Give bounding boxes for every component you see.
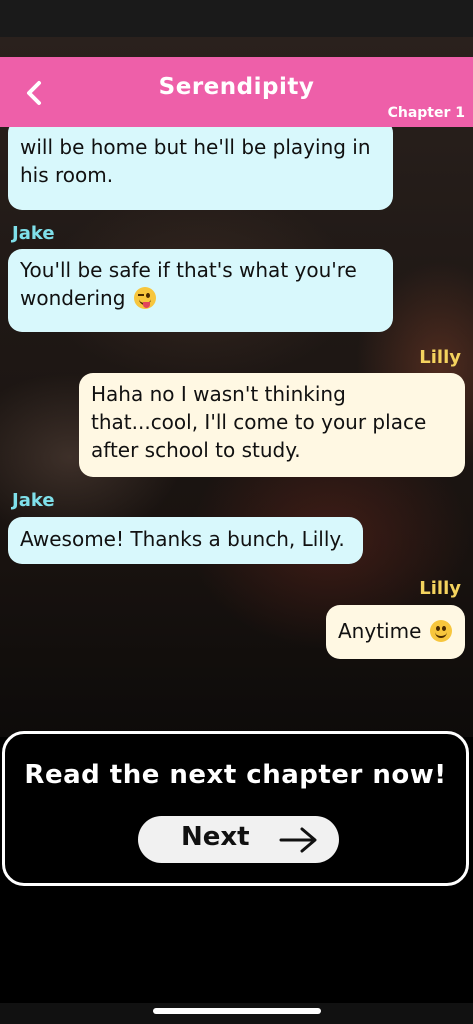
message-text: will be home but he'll be playing in his…	[20, 135, 371, 187]
message-bubble: Awesome! Thanks a bunch, Lilly.	[8, 517, 363, 564]
message-text: Awesome! Thanks a bunch, Lilly.	[20, 527, 345, 551]
smiling-face-icon	[429, 620, 452, 642]
app-header: Serendipity Chapter 1	[0, 57, 473, 127]
message-bubble: will be home but he'll be playing in his…	[8, 127, 393, 210]
story-title: Serendipity	[158, 74, 315, 100]
next-button[interactable]: Next	[138, 816, 339, 863]
speaker-name-jake: Jake	[12, 490, 55, 511]
next-chapter-panel: Read the next chapter now! Next	[2, 731, 469, 886]
next-button-label: Next	[181, 822, 250, 852]
arrow-right-icon	[279, 827, 317, 853]
message-bubble: You'll be safe if that's what you're won…	[8, 249, 393, 332]
zany-face-icon	[133, 287, 156, 309]
speaker-name-jake: Jake	[12, 223, 55, 244]
home-indicator[interactable]	[153, 1008, 321, 1014]
chapter-label: Chapter 1	[387, 105, 465, 121]
message-text: You'll be safe if that's what you're won…	[20, 258, 357, 310]
next-chapter-prompt: Read the next chapter now!	[24, 760, 447, 790]
message-text: Haha no I wasn't thinking that...cool, I…	[91, 382, 427, 462]
chat-thread[interactable]: will be home but he'll be playing in his…	[0, 127, 473, 727]
message-bubble: Haha no I wasn't thinking that...cool, I…	[79, 373, 465, 477]
message-bubble: Anytime	[326, 605, 465, 659]
speaker-name-lilly: Lilly	[419, 578, 461, 599]
message-text: Anytime	[338, 619, 422, 643]
status-bar	[0, 0, 473, 37]
speaker-name-lilly: Lilly	[419, 347, 461, 368]
